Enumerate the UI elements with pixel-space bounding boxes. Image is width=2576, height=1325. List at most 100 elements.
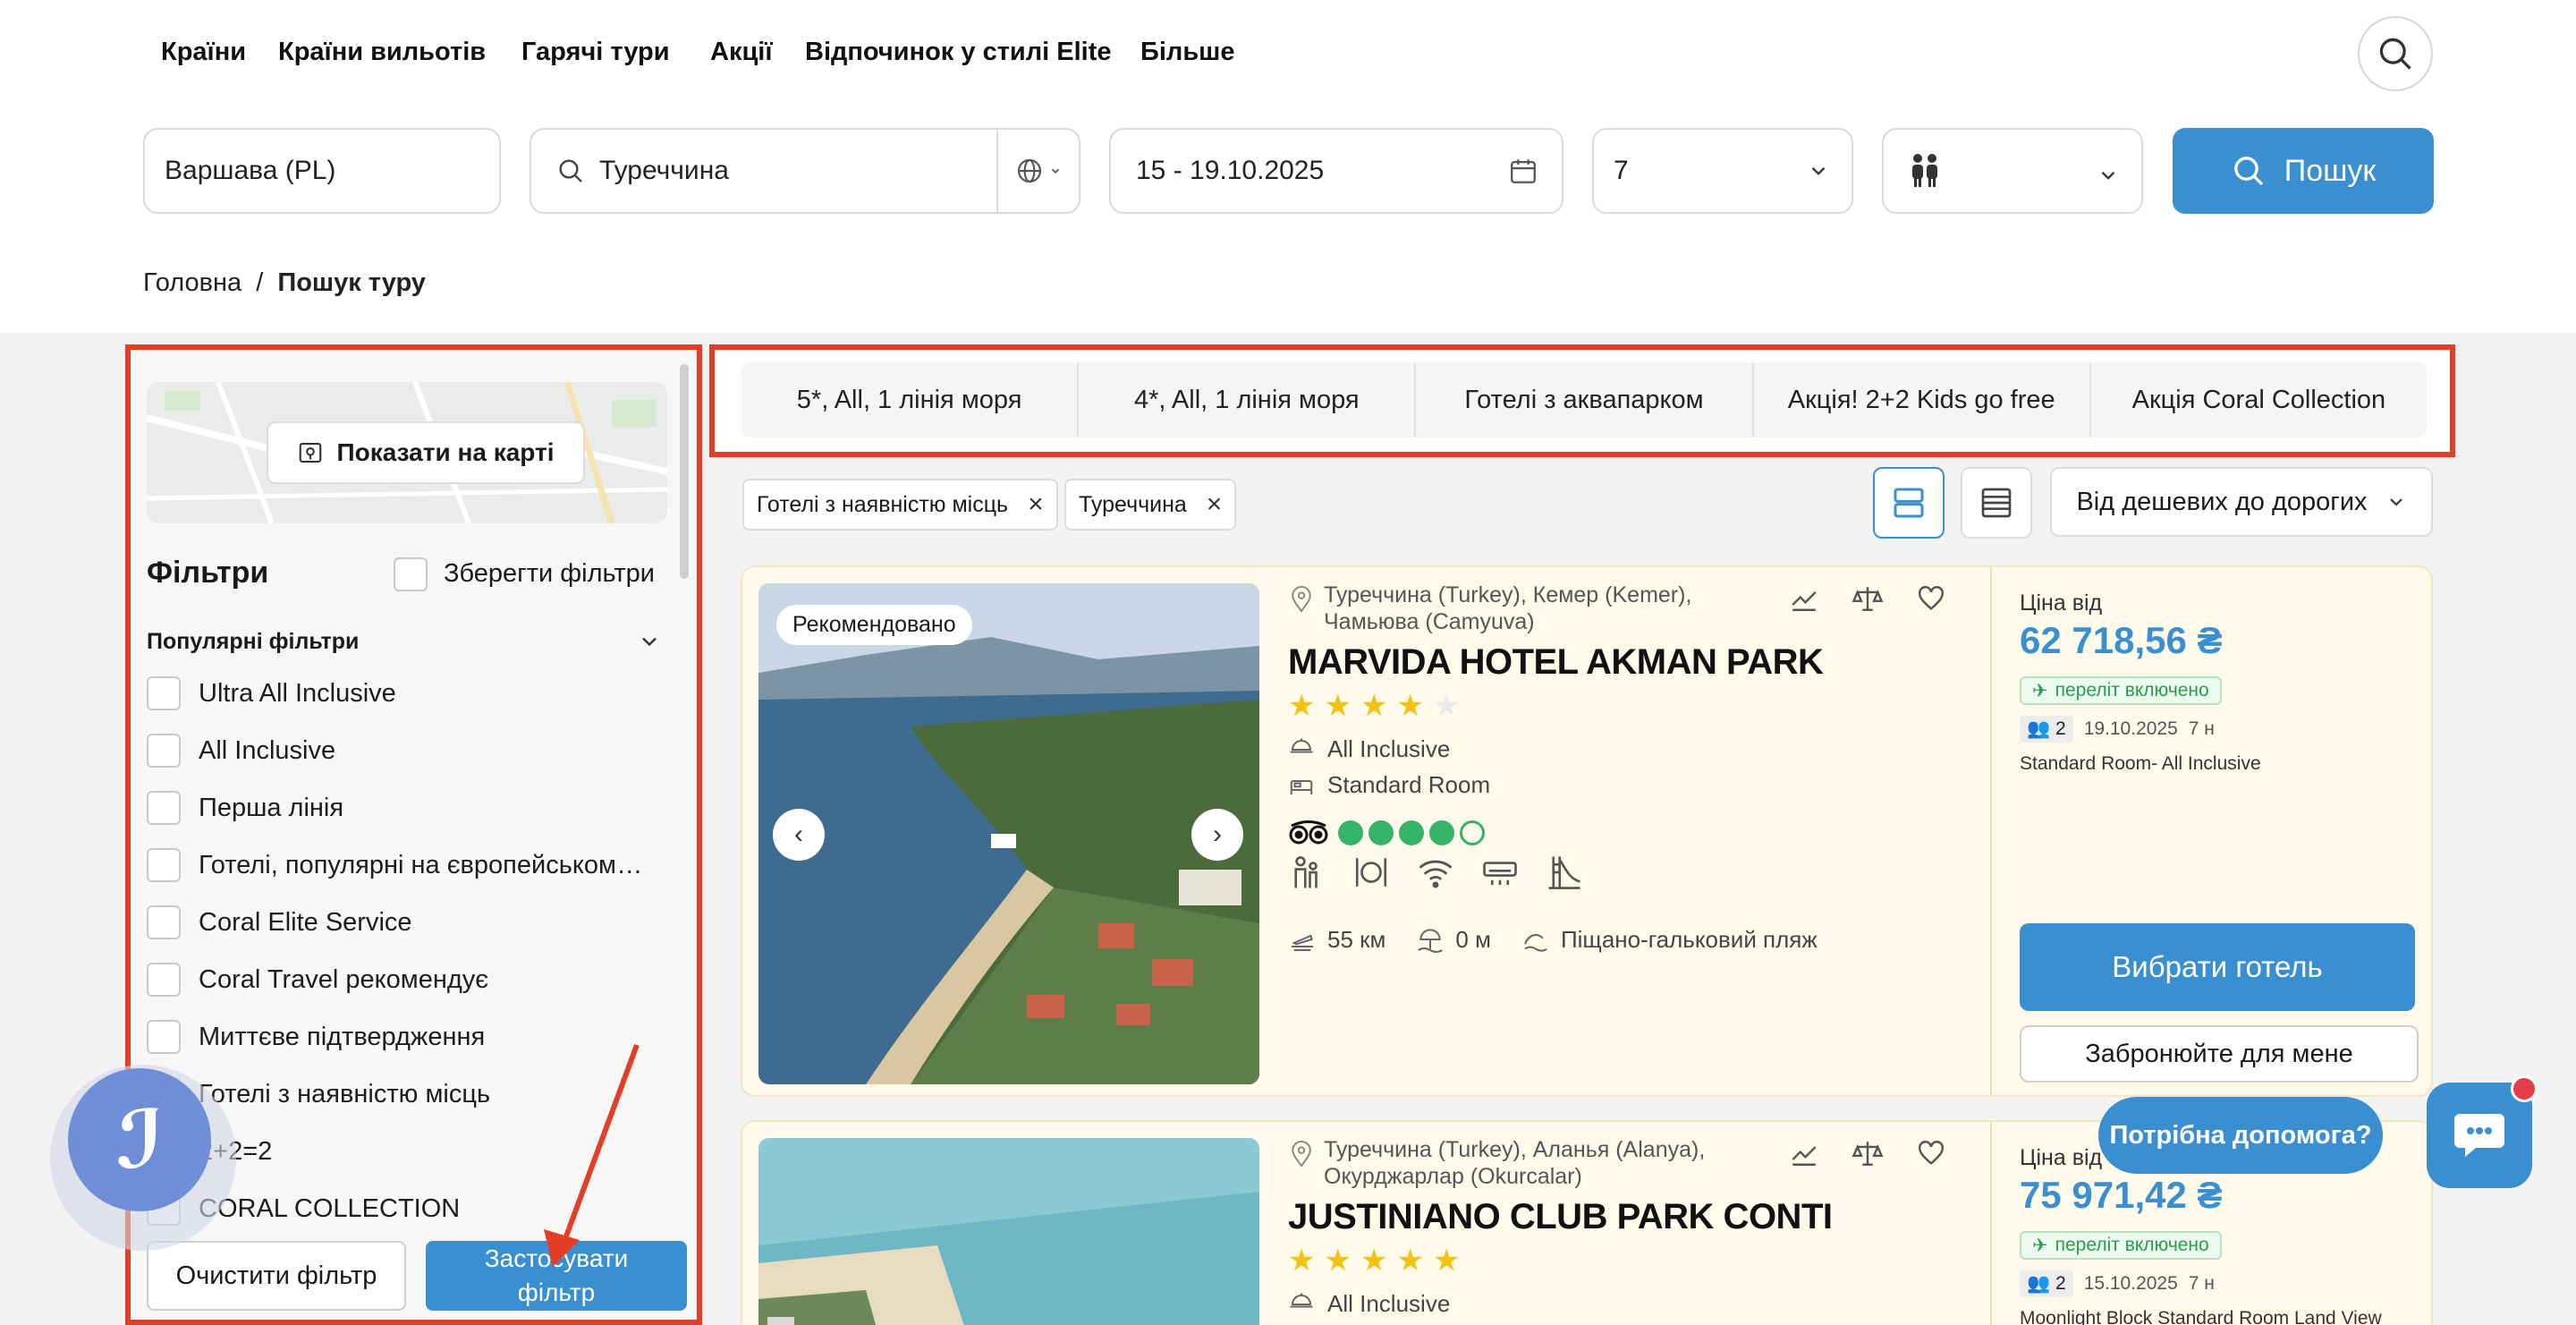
book-for-me-button[interactable]: Забронюйте для мене [2020,1025,2419,1083]
filter-label-ultra-all-inclusive: Ultra All Inclusive [199,679,396,708]
price-chart-icon[interactable] [1789,1138,1819,1168]
travelers-select[interactable] [1882,128,2143,214]
nav-item-departure-countries[interactable]: Країни вильотів [278,38,486,67]
destination-field[interactable]: Туреччина [530,128,1080,214]
rating-dot [1338,820,1363,845]
location-pin-icon [1292,585,1311,613]
breadcrumb-home[interactable]: Головна [143,268,242,297]
chevron-down-icon [2101,171,2115,180]
rating-dot [1368,820,1394,845]
air-conditioning-icon [1483,862,1517,885]
filter-checkbox-ultra-all-inclusive[interactable] [147,676,181,710]
hotel-location: Туреччина (Turkey), Аланья (Alanya), Оку… [1324,1137,1706,1189]
compare-icon[interactable] [1852,583,1884,614]
pax-info: 👥 2 19.10.2025 7 н [2020,716,2215,743]
nights-value: 7 [1614,156,1629,185]
choose-hotel-button[interactable]: Вибрати готель [2020,923,2415,1011]
clear-filter-button[interactable]: Очистити фільтр [147,1241,406,1311]
dates-value: 15 - 19.10.2025 [1136,156,1325,185]
filter-checkbox-first-line[interactable] [147,791,181,825]
close-icon[interactable]: × [1028,491,1044,518]
photo-next-button[interactable]: › [1191,809,1243,861]
chevron-left-icon: ‹ [794,820,803,849]
map-preview[interactable]: Показати на карті [147,382,667,523]
sort-select[interactable]: Від дешевих до дорогих [2050,467,2433,537]
nav-item-more[interactable]: Більше [1140,38,1234,67]
travelers-icon [1912,154,1937,187]
filter-label-coral-elite: Coral Elite Service [199,908,412,937]
compare-icon[interactable] [1852,1138,1884,1168]
filters-title: Фільтри [147,556,269,590]
quick-filter-4star[interactable]: 4*, All, 1 лінія моря [1079,362,1417,437]
sort-label: Від дешевих до дорогих [2076,487,2368,516]
favorite-heart-icon[interactable] [1916,1138,1946,1168]
dates-field[interactable]: 15 - 19.10.2025 [1109,128,1563,214]
star-icon: ★ [1324,1244,1352,1278]
quick-filter-coral-collection[interactable]: Акція Coral Collection [2091,362,2427,437]
filter-checkbox-popular-eu[interactable] [147,848,181,882]
star-icon: ★ [1324,689,1352,723]
board-type: All Inclusive [1288,735,1450,763]
flight-included-label: переліт включено [2055,1235,2209,1255]
kids-club-icon [1294,856,1318,888]
tripadvisor-rating [1288,820,1485,846]
search-icon [2233,157,2263,186]
recommended-badge: Рекомендовано [776,605,972,645]
search-icon [2379,38,2411,70]
chevron-down-icon [1051,168,1060,174]
quick-filter-kids-free[interactable]: Акція! 2+2 Kids go free [1754,362,2091,437]
star-icon: ★ [1396,689,1424,723]
popular-filters-title: Популярні фільтри [147,629,360,654]
sidebar-scrollbar[interactable] [680,364,689,579]
photo-prev-button[interactable]: ‹ [773,809,825,861]
filter-label-all-inclusive: All Inclusive [199,736,336,765]
hotel-photo-image [758,1138,1259,1325]
header-search-button[interactable] [2358,16,2433,91]
nights-select[interactable]: 7 [1592,128,1853,214]
hotel-photo[interactable]: Рекомендовано ‹ › [758,583,1259,1084]
hotel-name[interactable]: MARVIDA HOTEL AKMAN PARK [1288,642,1824,683]
hotel-card: Рекомендовано ‹ › Туреччина (Turkey), Ке… [741,565,2433,1097]
filter-checkbox-coral-elite[interactable] [147,905,181,939]
card-divider [1990,567,1992,1095]
nav-item-countries[interactable]: Країни [161,38,246,67]
search-icon [559,159,582,183]
hotel-stars: ★ ★ ★ ★ ★ [1288,691,1460,721]
filter-checkbox-all-inclusive[interactable] [147,734,181,768]
nav-item-elite[interactable]: Відпочинок у стилі Elite [805,38,1112,67]
flight-included-label: переліт включено [2055,680,2209,701]
list-view-button[interactable] [1961,467,2032,539]
region-selector[interactable] [996,130,1079,212]
location-pin-icon [1292,1140,1311,1168]
travelers-icon: 👥 [2027,1273,2051,1294]
hotel-name[interactable]: JUSTINIANO CLUB PARK CONTI [1288,1197,1833,1237]
show-on-map-button[interactable]: Показати на карті [267,421,585,484]
departure-city-value: Варшава (PL) [165,156,336,185]
star-empty-icon: ★ [1432,689,1461,723]
destination-value: Туреччина [599,156,729,185]
departure-city-field[interactable]: Варшава (PL) [143,128,501,214]
accessibility-widget-button[interactable]: ℐ [68,1068,211,1211]
quick-filter-5star[interactable]: 5*, All, 1 лінія моря [741,362,1080,437]
quick-filter-aquapark[interactable]: Готелі з аквапарком [1416,362,1754,437]
close-icon[interactable]: × [1207,491,1223,518]
amenities-row [1288,854,1583,891]
filter-checkbox-coral-recommends[interactable] [147,963,181,997]
card-view-button[interactable] [1873,467,1945,539]
filter-checkbox-instant-confirmation[interactable] [147,1020,181,1054]
water-slide-icon [1548,856,1580,889]
hotel-photo[interactable] [758,1138,1259,1325]
room-type: Standard Room [1288,771,1490,799]
nav-item-hot-tours[interactable]: Гарячі тури [521,38,670,67]
bed-icon [1290,779,1313,794]
card-view-icon [1894,488,1924,518]
tripadvisor-icon [1289,820,1328,845]
chevron-down-icon[interactable] [637,629,662,654]
price-chart-icon[interactable] [1789,583,1819,614]
search-button[interactable]: Пошук [2173,128,2434,214]
help-button[interactable]: Потрібна допомога? [2098,1097,2383,1174]
favorite-heart-icon[interactable] [1916,583,1946,614]
show-on-map-label: Показати на карті [336,438,555,466]
nav-item-promotions[interactable]: Акції [710,38,773,67]
save-filters-checkbox[interactable] [394,557,428,591]
